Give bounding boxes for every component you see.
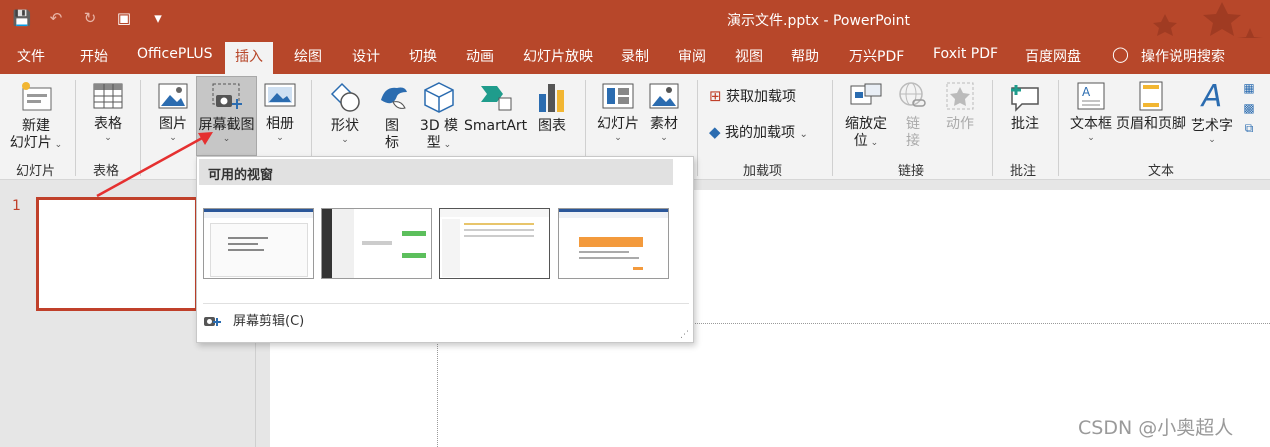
3d-model-button[interactable]: 3D 模 型 ⌄ [418,80,460,152]
group-label-text: 文本 [1148,164,1175,179]
shapes-button[interactable]: 形状 ⌄ [323,80,367,145]
textbox-button[interactable]: A 文本框 ⌄ [1068,80,1114,143]
tab-design[interactable]: 设计 [352,46,380,66]
menu-bar: 文件 开始 OfficePLUS 插入 绘图 设计 切换 动画 幻灯片放映 录制… [0,38,1270,74]
more-text-options[interactable]: ▦ ▩ ⧉ [1238,78,1260,138]
tab-officeplus[interactable]: OfficePLUS [137,46,213,62]
header-footer-button[interactable]: 页眉和页脚 [1116,80,1186,133]
material-icon [649,83,679,109]
window-thumbnail[interactable] [558,208,669,279]
tab-view[interactable]: 视图 [735,46,763,66]
table-icon [93,83,123,109]
get-addins-button[interactable]: ⊞ 获取加载项 [709,88,796,106]
my-addins-button[interactable]: ◆ 我的加载项 ⌄ [709,124,808,143]
slide-thumbnail[interactable] [36,197,198,311]
undo-icon[interactable]: ↶ [46,8,66,28]
new-slide-icon [22,82,52,111]
resize-grip[interactable]: ⋰ [680,330,689,340]
tab-slideshow[interactable]: 幻灯片放映 [523,46,593,66]
screen-clipping-menu-item[interactable]: 屏幕剪辑(C) [233,310,304,329]
action-button[interactable]: 动作 [940,80,980,133]
placeholder-border-vertical [437,342,438,447]
picture-button[interactable]: 图片 ⌄ [152,80,194,143]
shapes-icon [330,82,360,112]
album-button[interactable]: 相册 ⌄ [260,80,300,143]
tab-animations[interactable]: 动画 [466,46,494,66]
tab-foxit-pdf[interactable]: Foxit PDF [933,46,998,62]
comment-icon [1011,85,1039,112]
window-thumbnail[interactable] [321,208,432,279]
watermark: CSDN @小奥超人 [1078,417,1234,439]
link-button[interactable]: 链 接 [896,80,930,150]
wordart-button[interactable]: A 艺术字 ⌄ [1190,79,1234,146]
window-thumbnail[interactable] [203,208,314,279]
photo-album-icon [264,83,296,107]
document-title: 演示文件.pptx - PowerPoint [727,13,911,29]
table-button[interactable]: 表格 ⌄ [86,80,130,143]
present-icon[interactable]: ▣ [114,8,134,28]
object-icon[interactable]: ⧉ [1238,118,1260,138]
date-time-icon[interactable]: ▦ [1238,78,1260,98]
slide-number-icon[interactable]: ▩ [1238,98,1260,118]
wordart-icon: A [1201,79,1223,114]
tab-insert[interactable]: 插入 [225,42,273,74]
new-slide-button[interactable]: 新建 幻灯片 ⌄ [8,80,64,152]
material-button[interactable]: 素材 ⌄ [646,80,682,143]
zoom-button[interactable]: 缩放定 位 ⌄ [842,80,890,150]
3d-cube-icon [424,82,454,113]
screenshot-dropdown: 可用的视窗 屏幕剪辑(C) ⋰ [196,156,694,343]
available-windows-header: 可用的视窗 [199,159,673,185]
customize-qat-icon[interactable]: ▾ [148,8,168,28]
group-label-slides: 幻灯片 [16,164,56,179]
title-bar: 💾 ↶ ↻ ▣ ▾ 演示文件.pptx - PowerPoint [0,0,1270,68]
smartart-button[interactable]: SmartArt [464,80,527,135]
tab-record[interactable]: 录制 [621,46,649,66]
group-label-links: 链接 [898,164,925,179]
tab-wanxing-pdf[interactable]: 万兴PDF [849,46,904,66]
link-globe-icon [899,82,926,107]
header-footer-icon [1139,81,1163,111]
screen-clipping-icon [203,312,221,332]
tab-transitions[interactable]: 切换 [409,46,437,66]
comment-button[interactable]: 批注 [1006,80,1044,133]
chart-button[interactable]: 图表 [534,80,570,135]
screenshot-icon [212,83,242,109]
redo-icon[interactable]: ↻ [80,8,100,28]
addins-grid-icon: ⊞ [709,87,722,105]
lightbulb-icon: ◯ [1112,45,1129,63]
slide-library-icon [602,83,634,109]
tab-baidu-netdisk[interactable]: 百度网盘 [1025,46,1081,66]
tell-me-search[interactable]: 操作说明搜索 [1141,46,1225,66]
tab-help[interactable]: 帮助 [791,46,819,66]
slide-number: 1 [12,198,21,214]
tab-file[interactable]: 文件 [17,46,45,66]
smartart-icon [481,86,512,111]
action-star-icon [946,82,974,110]
screenshot-button[interactable]: 屏幕截图 ⌄ [196,76,257,156]
group-label-addins: 加载项 [743,164,783,179]
icons-button[interactable]: 图 标 [374,80,410,152]
tab-home[interactable]: 开始 [80,46,108,66]
picture-icon [158,83,188,109]
group-label-comments: 批注 [1010,164,1037,179]
svg-text:A: A [1082,85,1091,99]
group-label-tables: 表格 [93,164,120,179]
save-icon[interactable]: 💾 [12,8,32,28]
quick-access-toolbar: 💾 ↶ ↻ ▣ ▾ [12,8,168,28]
zoom-icon [850,83,882,105]
textbox-icon: A [1077,82,1105,110]
icons-bird-icon [381,87,407,109]
tab-review[interactable]: 审阅 [678,46,706,66]
slide-library-button[interactable]: 幻灯片 ⌄ [594,80,642,143]
bar-chart-icon [539,84,564,112]
window-thumbnail[interactable] [439,208,550,279]
tab-draw[interactable]: 绘图 [294,46,322,66]
my-addins-icon: ◆ [709,123,721,141]
